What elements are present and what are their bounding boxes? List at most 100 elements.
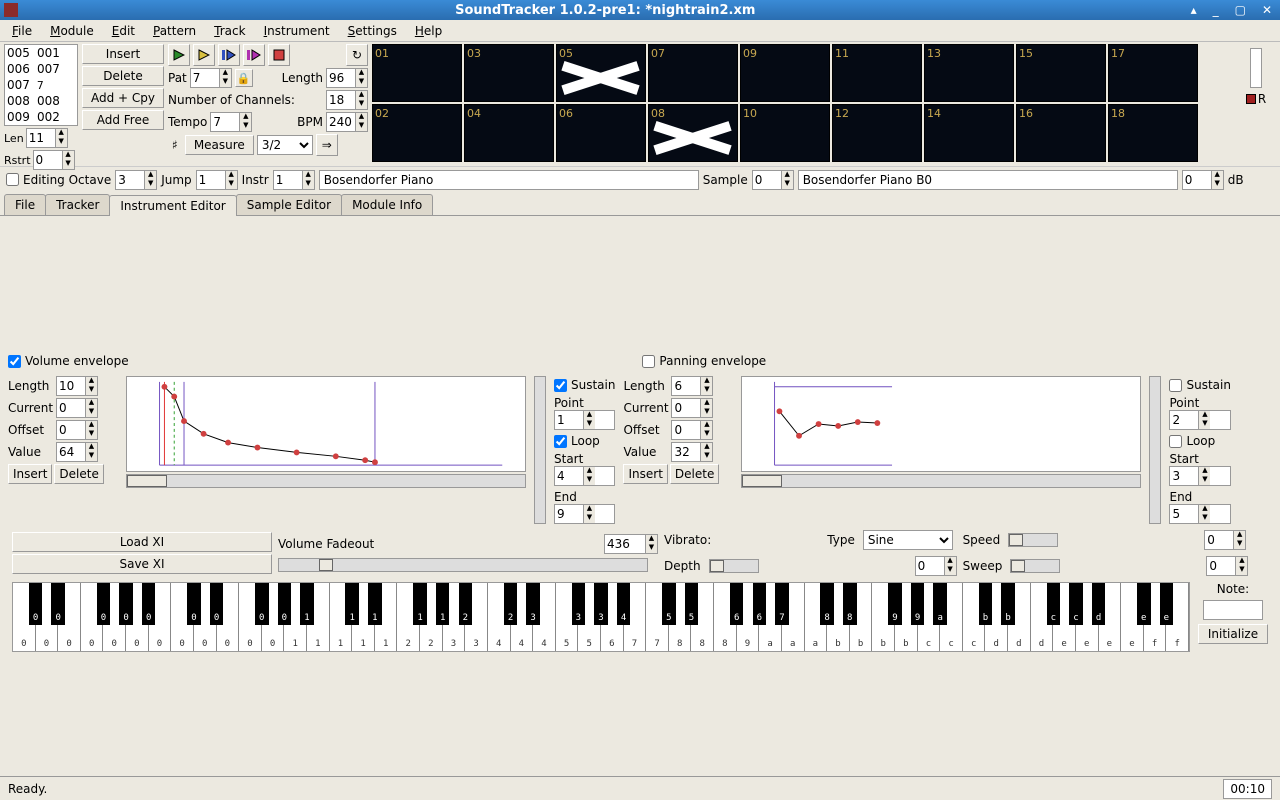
- stop-icon[interactable]: [268, 44, 290, 66]
- track-10[interactable]: 10: [740, 104, 830, 162]
- black-key[interactable]: 9: [911, 583, 925, 625]
- track-17[interactable]: 17: [1108, 44, 1198, 102]
- measure-select[interactable]: 3/2: [257, 135, 313, 155]
- menu-edit[interactable]: Edit: [104, 22, 143, 40]
- play-pattern-icon[interactable]: [193, 44, 215, 66]
- orderlist-row[interactable]: 008008: [5, 93, 77, 109]
- sweep-slider[interactable]: [1010, 559, 1060, 573]
- black-key[interactable]: 1: [300, 583, 314, 625]
- menu-instrument[interactable]: Instrument: [256, 22, 338, 40]
- pan-start-spinner[interactable]: ▲▼: [1169, 466, 1230, 486]
- menu-settings[interactable]: Settings: [340, 22, 405, 40]
- vol-hscroll[interactable]: [126, 474, 526, 488]
- black-key[interactable]: b: [1001, 583, 1015, 625]
- track-14[interactable]: 14: [924, 104, 1014, 162]
- note-input[interactable]: [1203, 600, 1263, 620]
- pan-end-spinner[interactable]: ▲▼: [1169, 504, 1230, 524]
- sharp-icon[interactable]: ♯: [168, 138, 182, 152]
- black-key[interactable]: 0: [187, 583, 201, 625]
- black-key[interactable]: 6: [753, 583, 767, 625]
- black-key[interactable]: b: [979, 583, 993, 625]
- vol-insert-button[interactable]: Insert: [8, 464, 52, 484]
- vol-delete-button[interactable]: Delete: [54, 464, 103, 484]
- lock-icon[interactable]: 🔒: [235, 69, 253, 87]
- window-minimize2-icon[interactable]: _: [1209, 3, 1223, 17]
- vol-envelope-graph[interactable]: [126, 376, 526, 472]
- orderlist-row[interactable]: 009002: [5, 109, 77, 125]
- nchan-spinner[interactable]: ▲▼: [326, 90, 368, 110]
- pan-delete-button[interactable]: Delete: [670, 464, 719, 484]
- tab-instrument-editor[interactable]: Instrument Editor: [109, 195, 236, 216]
- window-maximize-icon[interactable]: ▢: [1231, 3, 1250, 17]
- vol-loop-check[interactable]: [554, 435, 567, 448]
- track-11[interactable]: 11: [832, 44, 922, 102]
- db-spinner[interactable]: ▲▼: [1182, 170, 1224, 190]
- apply-icon[interactable]: ⇒: [316, 134, 338, 156]
- vol-current-spinner[interactable]: ▲▼: [56, 398, 98, 418]
- len-spinner[interactable]: ▲▼: [26, 128, 68, 148]
- track-09[interactable]: 09: [740, 44, 830, 102]
- black-key[interactable]: 2: [459, 583, 473, 625]
- black-key[interactable]: 6: [730, 583, 744, 625]
- pan-insert-button[interactable]: Insert: [623, 464, 667, 484]
- black-key[interactable]: 1: [368, 583, 382, 625]
- keyboard[interactable]: 0000000000000000000001111111121213234243…: [12, 582, 1190, 652]
- black-key[interactable]: 5: [685, 583, 699, 625]
- black-key[interactable]: 8: [820, 583, 834, 625]
- editoct-check[interactable]: [6, 173, 19, 186]
- rstrt-spinner[interactable]: ▲▼: [33, 150, 75, 170]
- vol-offset-spinner[interactable]: ▲▼: [56, 420, 98, 440]
- vol-point-spinner[interactable]: ▲▼: [554, 410, 615, 430]
- black-key[interactable]: c: [1069, 583, 1083, 625]
- tab-module-info[interactable]: Module Info: [341, 194, 433, 215]
- orderlist-row[interactable]: 005001: [5, 45, 77, 61]
- track-01[interactable]: 01: [372, 44, 462, 102]
- editoct-spinner[interactable]: ▲▼: [115, 170, 157, 190]
- black-key[interactable]: 0: [51, 583, 65, 625]
- black-key[interactable]: 1: [345, 583, 359, 625]
- initialize-button[interactable]: Initialize: [1198, 624, 1268, 644]
- menu-file[interactable]: File: [4, 22, 40, 40]
- menu-pattern[interactable]: Pattern: [145, 22, 204, 40]
- black-key[interactable]: e: [1160, 583, 1174, 625]
- play-icon[interactable]: [168, 44, 190, 66]
- black-key[interactable]: 4: [617, 583, 631, 625]
- track-05[interactable]: 05: [556, 44, 646, 102]
- black-key[interactable]: a: [933, 583, 947, 625]
- vol-length-spinner[interactable]: ▲▼: [56, 376, 98, 396]
- bpm-spinner[interactable]: ▲▼: [326, 112, 368, 132]
- black-key[interactable]: 7: [775, 583, 789, 625]
- black-key[interactable]: 1: [436, 583, 450, 625]
- track-04[interactable]: 04: [464, 104, 554, 162]
- vol-value-spinner[interactable]: ▲▼: [56, 442, 98, 462]
- black-key[interactable]: 8: [843, 583, 857, 625]
- delete-button[interactable]: Delete: [82, 66, 164, 86]
- depth-slider[interactable]: [709, 559, 759, 573]
- length-spinner[interactable]: ▲▼: [326, 68, 368, 88]
- track-06[interactable]: 06: [556, 104, 646, 162]
- menu-help[interactable]: Help: [407, 22, 450, 40]
- pan-point-spinner[interactable]: ▲▼: [1169, 410, 1230, 430]
- black-key[interactable]: 0: [97, 583, 111, 625]
- black-key[interactable]: 1: [413, 583, 427, 625]
- track-08[interactable]: 08: [648, 104, 738, 162]
- instr-spinner[interactable]: ▲▼: [273, 170, 315, 190]
- pan-hscroll[interactable]: [741, 474, 1141, 488]
- track-07[interactable]: 07: [648, 44, 738, 102]
- tab-sample-editor[interactable]: Sample Editor: [236, 194, 342, 215]
- panenv-check[interactable]: [642, 355, 655, 368]
- jump-spinner[interactable]: ▲▼: [196, 170, 238, 190]
- pan-envelope-graph[interactable]: [741, 376, 1141, 472]
- play-cursor-icon[interactable]: [218, 44, 240, 66]
- sample-spinner[interactable]: ▲▼: [752, 170, 794, 190]
- black-key[interactable]: c: [1047, 583, 1061, 625]
- menu-track[interactable]: Track: [206, 22, 253, 40]
- orderlist-row[interactable]: 007: [5, 77, 77, 93]
- track-03[interactable]: 03: [464, 44, 554, 102]
- black-key[interactable]: 0: [142, 583, 156, 625]
- addfree-button[interactable]: Add Free: [82, 110, 164, 130]
- track-02[interactable]: 02: [372, 104, 462, 162]
- black-key[interactable]: 9: [888, 583, 902, 625]
- black-key[interactable]: e: [1137, 583, 1151, 625]
- speed-spinner[interactable]: ▲▼: [1204, 530, 1246, 550]
